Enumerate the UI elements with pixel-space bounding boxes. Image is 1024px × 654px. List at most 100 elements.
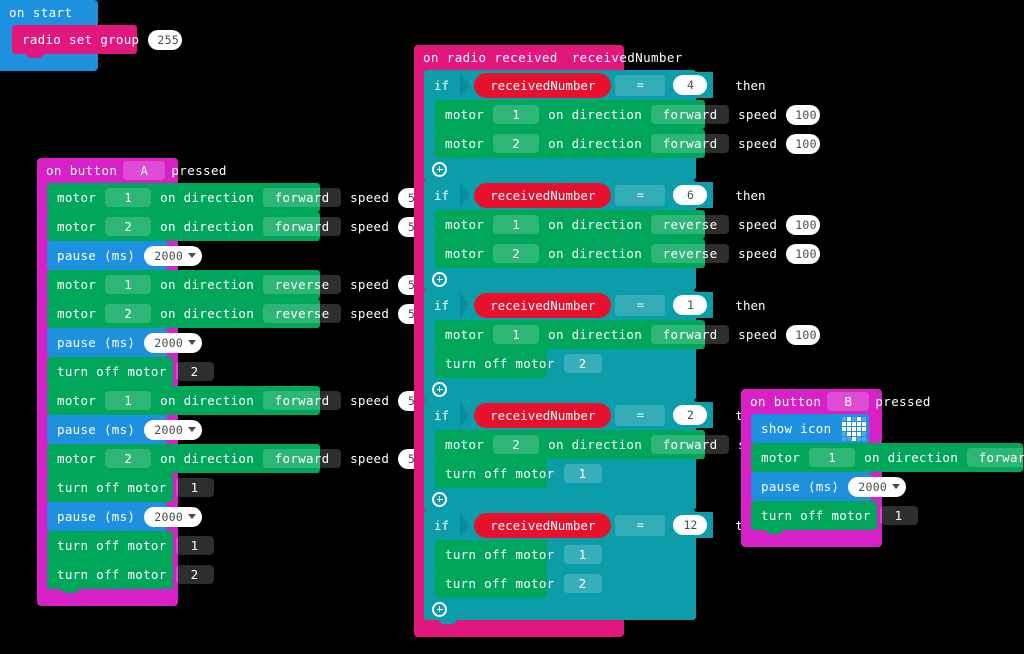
pause-block[interactable]: pause (ms) 2000 bbox=[47, 328, 203, 361]
operator-field[interactable]: = bbox=[615, 514, 666, 536]
motor-direction-field[interactable]: forward bbox=[967, 448, 1024, 467]
turn-off-motor-port-field[interactable]: 1 bbox=[175, 478, 214, 497]
motor-port-field[interactable]: 1 bbox=[105, 188, 152, 207]
turn-off-motor-block[interactable]: turn off motor 1 bbox=[751, 501, 918, 534]
if-header[interactable]: if receivedNumber = 6 then bbox=[424, 180, 766, 210]
variable-received-number[interactable]: receivedNumber bbox=[474, 72, 612, 98]
comparison-expression[interactable]: receivedNumber = 12 bbox=[460, 512, 714, 538]
pause-block[interactable]: pause (ms) 2000 bbox=[751, 472, 907, 505]
variable-received-number[interactable]: receivedNumber bbox=[474, 182, 612, 208]
radio-set-group-block[interactable]: radio set group 255 bbox=[12, 25, 183, 58]
motor-block[interactable]: motor 2 on direction forward speed 100 bbox=[435, 129, 821, 162]
motor-port-field[interactable]: 2 bbox=[493, 435, 540, 454]
on-start-hat[interactable]: on start radio set group 255 bbox=[0, 0, 183, 71]
motor-speed-field[interactable]: 100 bbox=[786, 104, 821, 125]
motor-block[interactable]: motor 1 on direction reverse speed 50 bbox=[47, 270, 433, 303]
motor-direction-field[interactable]: forward bbox=[263, 188, 342, 207]
button-select-a[interactable]: A bbox=[123, 161, 166, 180]
compare-value-field[interactable]: 1 bbox=[673, 295, 708, 315]
heart-led-icon[interactable] bbox=[842, 416, 867, 441]
comparison-expression[interactable]: receivedNumber = 4 bbox=[460, 72, 714, 98]
if-header[interactable]: if receivedNumber = 2 then bbox=[424, 400, 766, 430]
operator-field[interactable]: = bbox=[615, 404, 666, 426]
turn-off-motor-port-field[interactable]: 1 bbox=[563, 464, 602, 483]
motor-block[interactable]: motor 2 on direction forward speed 50 bbox=[47, 212, 433, 245]
motor-block[interactable]: motor 1 on direction forward speed 50 bbox=[47, 183, 433, 216]
operator-field[interactable]: = bbox=[615, 74, 666, 96]
if-footer[interactable] bbox=[424, 268, 696, 294]
turn-off-motor-port-field[interactable]: 1 bbox=[563, 545, 602, 564]
motor-port-field[interactable]: 1 bbox=[809, 448, 856, 467]
turn-off-motor-block[interactable]: turn off motor 1 bbox=[47, 531, 214, 564]
stack-on-radio-received[interactable]: on radio received receivedNumber if rece… bbox=[414, 45, 821, 637]
add-else-plus-icon[interactable] bbox=[432, 601, 447, 617]
motor-speed-field[interactable]: 100 bbox=[786, 214, 821, 235]
comparison-expression[interactable]: receivedNumber = 6 bbox=[460, 182, 714, 208]
turn-off-motor-block[interactable]: turn off motor 2 bbox=[435, 569, 602, 602]
if-footer[interactable] bbox=[424, 598, 696, 624]
compare-value-field[interactable]: 12 bbox=[673, 515, 708, 535]
comparison-expression[interactable]: receivedNumber = 1 bbox=[460, 292, 714, 318]
compare-value-field[interactable]: 4 bbox=[673, 75, 708, 95]
motor-direction-field[interactable]: forward bbox=[263, 217, 342, 236]
radio-group-value[interactable]: 255 bbox=[148, 29, 183, 50]
add-else-plus-icon[interactable] bbox=[432, 381, 447, 397]
motor-port-field[interactable]: 2 bbox=[105, 449, 152, 468]
motor-direction-field[interactable]: forward bbox=[651, 435, 730, 454]
pause-value-dropdown[interactable]: 2000 bbox=[144, 245, 203, 266]
motor-block[interactable]: motor 2 on direction reverse speed 50 bbox=[47, 299, 433, 332]
motor-port-field[interactable]: 2 bbox=[493, 134, 540, 153]
turn-off-motor-port-field[interactable]: 2 bbox=[175, 565, 214, 584]
variable-received-number[interactable]: receivedNumber bbox=[474, 512, 612, 538]
motor-port-field[interactable]: 1 bbox=[493, 105, 540, 124]
motor-speed-field[interactable]: 100 bbox=[786, 324, 821, 345]
if-header[interactable]: if receivedNumber = 12 then bbox=[424, 510, 766, 540]
pause-value-dropdown[interactable]: 2000 bbox=[144, 506, 203, 527]
motor-direction-field[interactable]: forward bbox=[263, 391, 342, 410]
turn-off-motor-block[interactable]: turn off motor 1 bbox=[435, 459, 602, 492]
motor-direction-field[interactable]: reverse bbox=[263, 304, 342, 323]
pause-value-dropdown[interactable]: 2000 bbox=[144, 419, 203, 440]
motor-speed-field[interactable]: 100 bbox=[786, 133, 821, 154]
turn-off-motor-port-field[interactable]: 1 bbox=[175, 536, 214, 555]
pause-block[interactable]: pause (ms) 2000 bbox=[47, 415, 203, 448]
turn-off-motor-port-field[interactable]: 2 bbox=[563, 354, 602, 373]
turn-off-motor-block[interactable]: turn off motor 1 bbox=[435, 540, 602, 573]
variable-received-number[interactable]: receivedNumber bbox=[474, 402, 612, 428]
motor-block[interactable]: motor 1 on direction forward speed 100 bbox=[435, 100, 821, 133]
turn-off-motor-block[interactable]: turn off motor 2 bbox=[47, 560, 214, 593]
stack-on-start[interactable]: on start radio set group 255 bbox=[0, 0, 183, 71]
motor-port-field[interactable]: 1 bbox=[493, 325, 540, 344]
button-select-b[interactable]: B bbox=[827, 392, 870, 411]
if-block[interactable]: if receivedNumber = 2 then motor 2 on di… bbox=[424, 400, 821, 514]
motor-direction-field[interactable]: forward bbox=[263, 449, 342, 468]
motor-direction-field[interactable]: forward bbox=[651, 105, 730, 124]
if-header[interactable]: if receivedNumber = 1 then bbox=[424, 290, 766, 320]
show-icon-block[interactable]: show icon bbox=[751, 414, 869, 447]
motor-block[interactable]: motor 1 on direction reverse speed 100 bbox=[435, 210, 821, 243]
motor-port-field[interactable]: 1 bbox=[105, 275, 152, 294]
motor-speed-field[interactable]: 100 bbox=[786, 243, 821, 264]
motor-port-field[interactable]: 1 bbox=[105, 391, 152, 410]
add-else-plus-icon[interactable] bbox=[432, 491, 447, 507]
motor-port-field[interactable]: 2 bbox=[105, 217, 152, 236]
comparison-expression[interactable]: receivedNumber = 2 bbox=[460, 402, 714, 428]
if-footer[interactable] bbox=[424, 158, 696, 184]
turn-off-motor-block[interactable]: turn off motor 2 bbox=[435, 349, 602, 382]
motor-port-field[interactable]: 2 bbox=[493, 244, 540, 263]
turn-off-motor-port-field[interactable]: 2 bbox=[175, 362, 214, 381]
received-number-param[interactable]: receivedNumber bbox=[572, 45, 683, 70]
pause-block[interactable]: pause (ms) 2000 bbox=[47, 241, 203, 274]
if-block[interactable]: if receivedNumber = 12 then turn off mot… bbox=[424, 510, 766, 624]
pause-block[interactable]: pause (ms) 2000 bbox=[47, 502, 203, 535]
turn-off-motor-port-field[interactable]: 1 bbox=[879, 506, 918, 525]
motor-block[interactable]: motor 2 on direction forward speed 100 bbox=[435, 430, 821, 463]
turn-off-motor-block[interactable]: turn off motor 1 bbox=[47, 473, 214, 506]
operator-field[interactable]: = bbox=[615, 294, 666, 316]
add-else-plus-icon[interactable] bbox=[432, 271, 447, 287]
if-footer[interactable] bbox=[424, 378, 696, 404]
add-else-plus-icon[interactable] bbox=[432, 161, 447, 177]
motor-direction-field[interactable]: forward bbox=[651, 325, 730, 344]
stack-on-button-a[interactable]: on button A pressed motor 1 on direction… bbox=[37, 158, 433, 606]
motor-direction-field[interactable]: reverse bbox=[651, 215, 730, 234]
